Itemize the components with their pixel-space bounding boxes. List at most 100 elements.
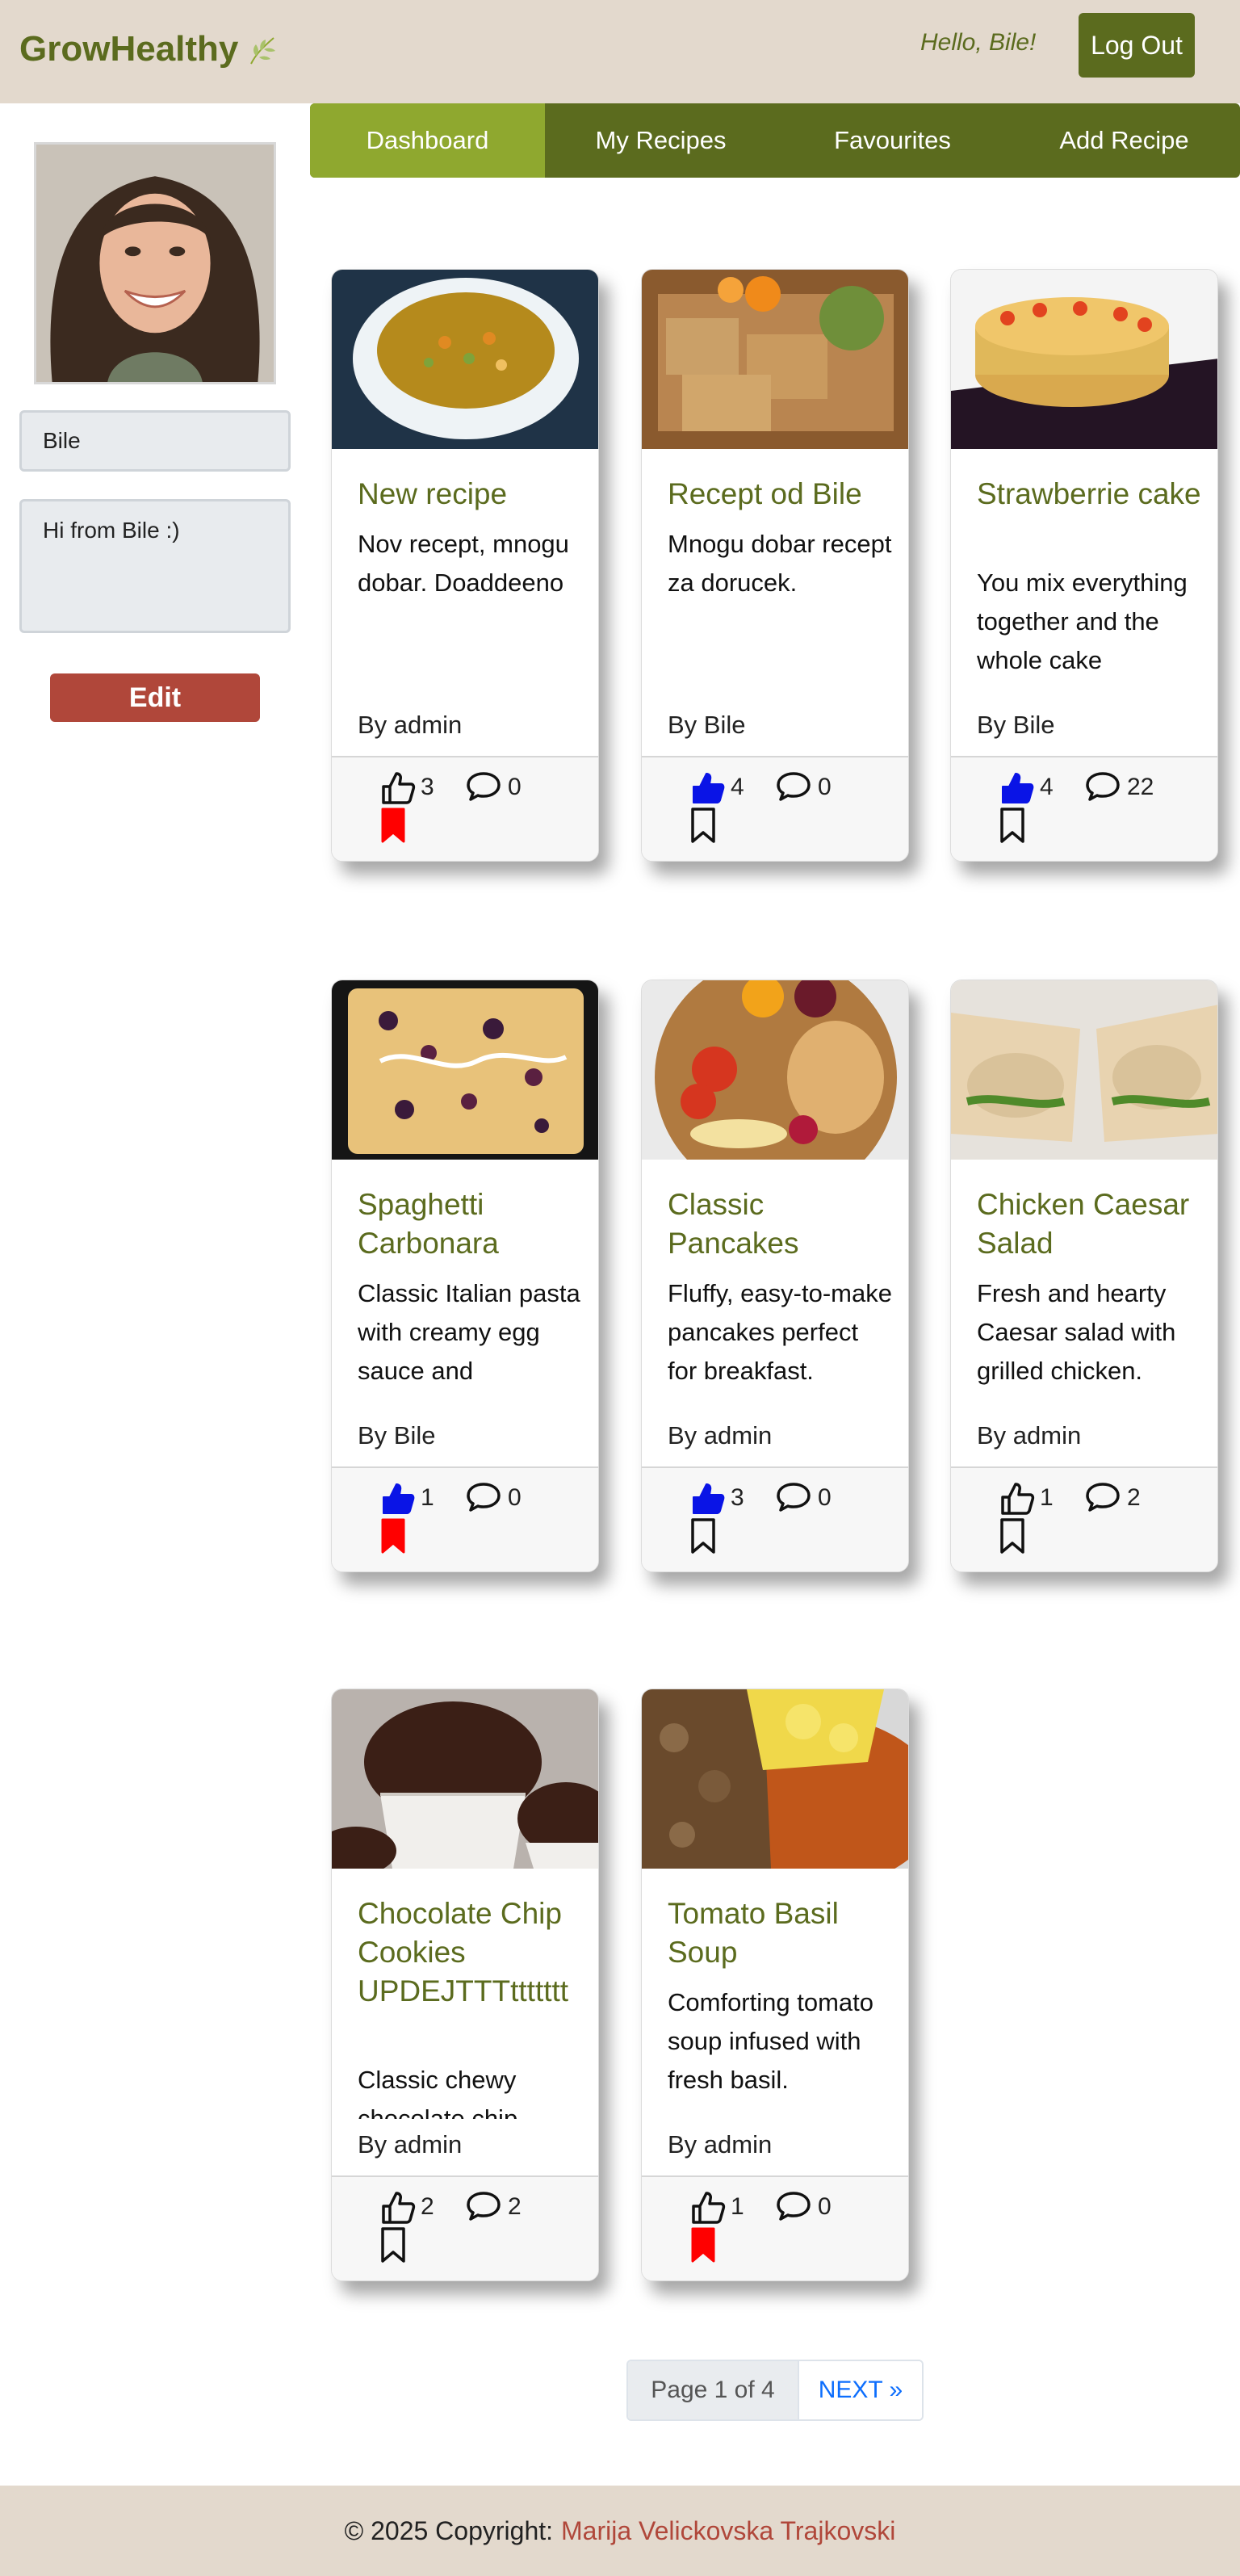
recipe-description: Classic chewy chocolate chip [358,2066,518,2119]
recipe-author: By admin [668,1416,894,1455]
recipe-author: By admin [668,2125,894,2164]
recipe-title[interactable]: New recipe [358,475,584,514]
recipe-title[interactable]: Strawberrie cake [977,475,1203,514]
like-count: 1 [1040,1484,1054,1511]
footer: © 2025 Copyright: Marija Velickovska Tra… [0,2486,1240,2576]
main-nav: Dashboard My Recipes Favourites Add Reci… [310,103,1240,178]
bio-field[interactable]: Hi from Bile :) [19,499,291,633]
logo-text: GrowHealthy [19,29,239,69]
comment-count: 2 [1127,1484,1141,1511]
pagination: Page 1 of 4 NEXT » [626,2360,924,2421]
recipe-author: By Bile [977,706,1203,745]
bookmark-icon[interactable] [999,808,1025,843]
greeting-text: Hello, Bile! [920,29,1037,56]
thumbs-up-icon[interactable] [690,2190,726,2226]
comment-icon[interactable] [776,1481,811,1513]
like-count: 4 [1040,774,1054,800]
comment-count: 0 [508,774,522,800]
like-count: 3 [421,774,434,800]
recipe-card[interactable]: Chocolate Chip Cookies UPDEJTTTttttttt C… [331,1689,599,2281]
next-page-link[interactable]: NEXT » [799,2361,922,2419]
recipe-title[interactable]: Classic Pancakes [668,1185,894,1263]
recipe-title[interactable]: Chocolate Chip Cookies UPDEJTTTttttttt [358,1894,584,2011]
recipe-title[interactable]: Chicken Caesar Salad [977,1185,1203,1263]
card-footer: 1 0 [642,2175,908,2280]
logo[interactable]: GrowHealthy [19,29,280,69]
like-count: 4 [731,774,744,800]
name-field[interactable]: Bile [19,410,291,472]
bookmark-icon[interactable] [380,2227,406,2263]
bookmark-icon[interactable] [690,2227,716,2263]
like-count: 2 [421,2193,434,2220]
thumbs-up-icon[interactable] [999,1481,1035,1517]
avatar [34,142,276,384]
recipe-image [642,980,908,1160]
card-footer: 3 0 [332,756,598,861]
comment-icon[interactable] [1085,770,1121,803]
like-count: 3 [731,1484,744,1511]
bookmark-icon[interactable] [380,808,406,843]
recipe-author: By admin [977,1416,1203,1455]
recipe-card[interactable]: Recept od Bile Mnogu dobar recept za dor… [641,269,909,862]
logout-button[interactable]: Log Out [1079,13,1195,78]
bookmark-icon[interactable] [690,808,716,843]
recipe-author: By Bile [668,706,894,745]
comment-count: 22 [1127,774,1154,800]
recipe-description: Nov recept, mnogu dobar. Doaddeeno [358,530,569,597]
recipe-image [332,270,598,449]
comment-icon[interactable] [466,1481,501,1513]
leaf-icon [250,37,276,65]
card-footer: 4 22 [951,756,1217,861]
footer-author-link[interactable]: Marija Velickovska Trajkovski [561,2516,895,2546]
thumbs-up-icon[interactable] [690,770,726,806]
like-count: 1 [731,2193,744,2220]
card-footer: 3 0 [642,1466,908,1571]
thumbs-up-icon[interactable] [380,2190,416,2226]
bookmark-icon[interactable] [380,1518,406,1554]
comment-icon[interactable] [776,770,811,803]
recipe-card[interactable]: Tomato Basil Soup Comforting tomato soup… [641,1689,909,2281]
recipe-description: Mnogu dobar recept za dorucek. [668,530,892,597]
thumbs-up-icon[interactable] [690,1481,726,1517]
recipe-author: By Bile [358,1416,584,1455]
page-indicator: Page 1 of 4 [628,2361,799,2419]
comment-count: 0 [508,1484,522,1511]
edit-profile-button[interactable]: Edit [50,673,260,722]
comment-count: 0 [818,774,832,800]
recipe-author: By admin [358,706,584,745]
recipe-title[interactable]: Spaghetti Carbonara [358,1185,584,1263]
bookmark-icon[interactable] [999,1518,1025,1554]
thumbs-up-icon[interactable] [380,770,416,806]
header: GrowHealthy Hello, Bile! Log Out [0,0,1240,103]
thumbs-up-icon[interactable] [380,1481,416,1517]
recipe-card[interactable]: Spaghetti Carbonara Classic Italian past… [331,980,599,1572]
card-footer: 2 2 [332,2175,598,2280]
recipe-author: By admin [358,2125,584,2164]
recipe-image [332,1689,598,1869]
bookmark-icon[interactable] [690,1518,716,1554]
tab-dashboard[interactable]: Dashboard [310,103,545,178]
recipe-description: Fresh and hearty Caesar salad with grill… [977,1279,1176,1385]
recipe-card[interactable]: Strawberrie cake You mix everything toge… [950,269,1218,862]
comment-icon[interactable] [466,770,501,803]
thumbs-up-icon[interactable] [999,770,1035,806]
recipe-description: Classic Italian pasta with creamy egg sa… [358,1279,580,1385]
comment-count: 0 [818,2193,832,2220]
recipe-description: Fluffy, easy-to-make pancakes perfect fo… [668,1279,892,1385]
tab-my-recipes[interactable]: My Recipes [545,103,777,178]
recipe-description: Comforting tomato soup infused with fres… [668,1988,873,2094]
recipe-description: You mix everything together and the whol… [977,568,1188,674]
recipe-title[interactable]: Recept od Bile [668,475,894,514]
recipe-image [951,270,1217,449]
like-count: 1 [421,1484,434,1511]
comment-icon[interactable] [776,2190,811,2222]
recipe-card[interactable]: Classic Pancakes Fluffy, easy-to-make pa… [641,980,909,1572]
comment-icon[interactable] [1085,1481,1121,1513]
tab-add-recipe[interactable]: Add Recipe [1008,103,1240,178]
recipe-card[interactable]: New recipe Nov recept, mnogu dobar. Doad… [331,269,599,862]
comment-icon[interactable] [466,2190,501,2222]
card-footer: 1 0 [332,1466,598,1571]
recipe-title[interactable]: Tomato Basil Soup [668,1894,894,1972]
tab-favourites[interactable]: Favourites [777,103,1008,178]
recipe-card[interactable]: Chicken Caesar Salad Fresh and hearty Ca… [950,980,1218,1572]
